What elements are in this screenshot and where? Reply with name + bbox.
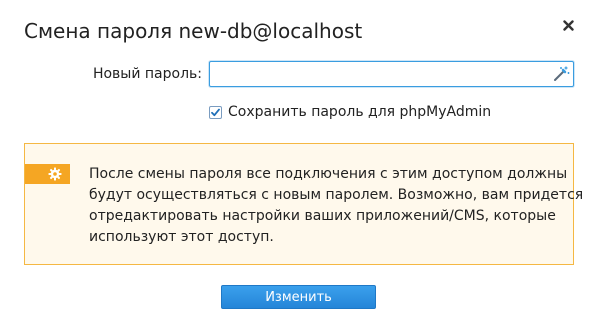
notice-line: будут осуществляться с новым паролем. Во… bbox=[89, 187, 584, 203]
new-password-input[interactable] bbox=[209, 61, 574, 87]
close-icon[interactable] bbox=[560, 17, 576, 33]
checkmark-icon bbox=[211, 108, 220, 116]
dialog-title: Смена пароля new-db@localhost bbox=[24, 19, 363, 43]
warning-notice: После смены пароля все подключения с эти… bbox=[24, 143, 584, 265]
save-password-checkbox[interactable] bbox=[209, 105, 222, 119]
notice-line: После смены пароля все подключения с эти… bbox=[89, 166, 568, 182]
notice-tab bbox=[25, 164, 70, 184]
save-password-label: Сохранить пароль для phpMyAdmin bbox=[228, 104, 492, 120]
notice-text: После смены пароля все подключения с эти… bbox=[89, 164, 584, 248]
magic-wand-icon[interactable] bbox=[552, 65, 570, 83]
notice-line: отредактировать настройки ваших приложен… bbox=[89, 208, 556, 224]
save-password-checkbox-row[interactable]: Сохранить пароль для phpMyAdmin bbox=[209, 102, 491, 122]
change-password-dialog: Смена пароля new-db@localhost Новый паро… bbox=[0, 0, 598, 329]
change-button[interactable]: Изменить bbox=[221, 285, 376, 309]
gear-icon bbox=[48, 167, 62, 181]
notice-line: используют этот доступ. bbox=[89, 229, 274, 245]
password-label: Новый пароль: bbox=[92, 66, 202, 82]
